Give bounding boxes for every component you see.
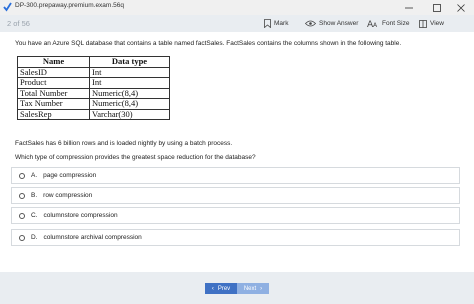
font-size-label: Font Size [382,20,410,27]
table-cell: Total Number [17,87,90,99]
option-letter: C. [31,212,38,219]
font-size-button[interactable]: AA Font Size [367,15,409,32]
table-header: Data type [89,56,170,68]
option-letter: D. [31,234,38,241]
radio-button[interactable] [19,212,25,219]
question-counter: 2 of 56 [7,19,30,28]
columns-table: Name Data type SalesID Int Product Int T… [17,56,170,120]
option-letter: B. [31,192,38,199]
table-cell: Int [89,66,170,78]
minimize-icon [405,7,413,8]
mark-button[interactable]: Mark [264,15,288,32]
table-cell: Int [89,77,170,89]
table-cell: SalesID [17,66,90,78]
toolbar: 2 of 56 Mark Show Answer AA Font Size Vi… [0,15,474,32]
option-letter: A. [31,172,38,179]
table-cell: Numeric(8,4) [89,87,170,99]
table-row: Tax Number Numeric(8,4) [17,98,170,110]
minimize-button[interactable] [396,0,422,15]
next-label: Next [243,285,257,292]
answer-option-b[interactable]: B. row compression [11,187,460,204]
question-intro: You have an Azure SQL database that cont… [15,40,402,47]
table-row: SalesRep Varchar(30) [17,108,170,120]
answer-option-a[interactable]: A. page compression [11,167,460,184]
title-bar: DP-300.prepaway.premium.exam.56q [0,0,474,15]
option-text: page compression [43,172,97,179]
radio-button[interactable] [19,172,25,179]
show-answer-button[interactable]: Show Answer [305,15,358,32]
maximize-icon [433,3,441,12]
prev-button[interactable]: ‹ Prev [205,283,237,294]
app-check-icon [3,2,12,12]
font-size-icon: AA [367,20,378,28]
prev-label: Prev [217,285,231,292]
table-cell: Tax Number [17,98,90,110]
bookmark-icon [264,19,271,28]
svg-text:A: A [373,22,378,28]
table-header: Name [17,56,90,68]
table-row: Total Number Numeric(8,4) [17,87,170,99]
chevron-left-icon: ‹ [211,285,214,292]
table-cell: Product [17,77,90,89]
option-text: columnstore archival compression [43,234,142,241]
option-text: columnstore compression [43,212,118,219]
show-answer-label: Show Answer [319,20,359,27]
table-header-row: Name Data type [17,56,170,68]
table-cell: Numeric(8,4) [89,98,170,110]
close-icon [457,3,465,12]
window-title: DP-300.prepaway.premium.exam.56q [15,2,124,9]
table-cell: Varchar(30) [89,108,170,120]
answer-option-d[interactable]: D. columnstore archival compression [11,229,460,246]
view-label: View [430,20,444,27]
question-detail: FactSales has 6 billion rows and is load… [15,140,233,147]
maximize-button[interactable] [424,0,450,15]
radio-button[interactable] [19,234,25,241]
table-cell: SalesRep [17,108,90,120]
view-button[interactable]: View [419,15,444,32]
question-prompt: Which type of compression provides the g… [15,154,256,161]
view-icon [419,19,427,28]
table-row: SalesID Int [17,66,170,78]
mark-label: Mark [274,20,289,27]
next-button[interactable]: Next › [237,283,269,294]
close-button[interactable] [448,0,474,15]
chevron-right-icon: › [260,285,263,292]
eye-icon [305,20,316,27]
option-text: row compression [43,192,93,199]
table-row: Product Int [17,77,170,89]
answer-option-c[interactable]: C. columnstore compression [11,207,460,224]
radio-button[interactable] [19,192,25,199]
